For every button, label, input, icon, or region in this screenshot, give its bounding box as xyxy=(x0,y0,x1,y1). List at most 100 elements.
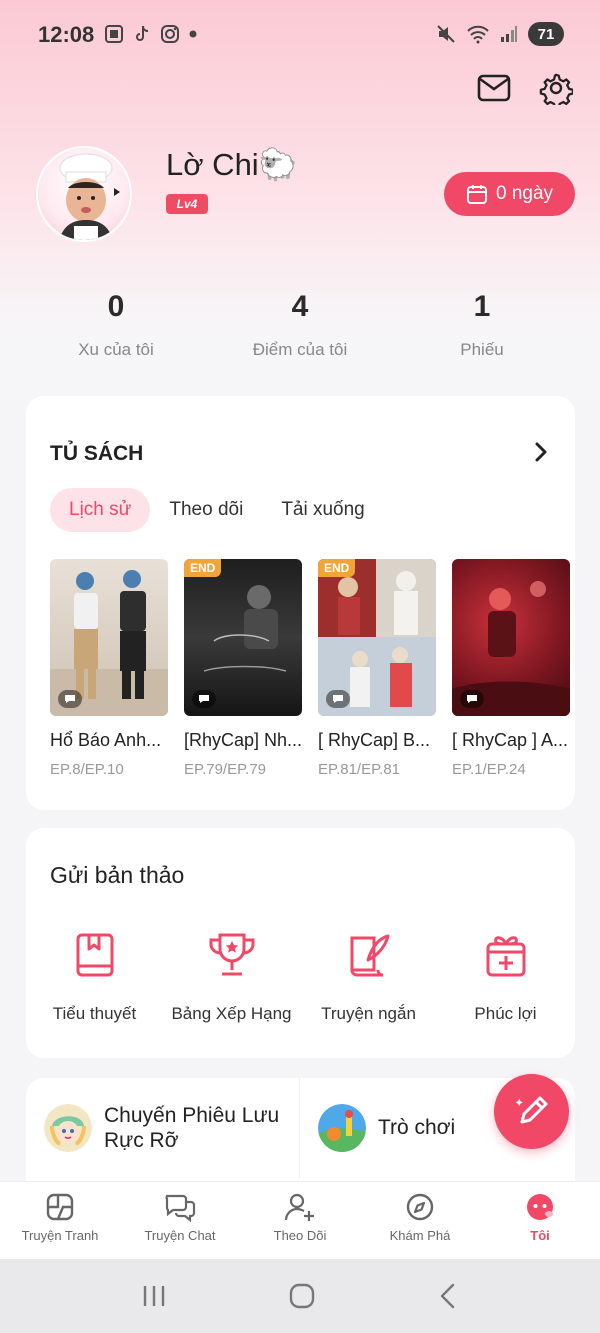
bookshelf-title: TỦ SÁCH xyxy=(50,442,144,465)
nav-label: Theo Dõi xyxy=(273,1228,327,1243)
nav-me[interactable]: Tôi xyxy=(480,1182,600,1259)
games-icon xyxy=(318,1104,366,1152)
submit-label: Tiểu thuyết xyxy=(52,1004,137,1023)
stat-label: Xu của tôi xyxy=(78,340,154,359)
stat-label: Điểm của tôi xyxy=(252,340,348,359)
comment-badge xyxy=(460,690,484,708)
back-icon[interactable] xyxy=(436,1282,460,1310)
promo-card: Chuyến Phiêu Lưu Rực Rỡ Trò chơi xyxy=(26,1078,575,1188)
nav-chat-stories[interactable]: Truyện Chat xyxy=(120,1182,240,1259)
promo-adventure[interactable]: Chuyến Phiêu Lưu Rực Rỡ xyxy=(44,1078,294,1178)
book-episode: EP.81/EP.81 xyxy=(318,761,401,778)
write-fab-button[interactable] xyxy=(494,1074,569,1149)
promo-games-label: Trò chơi xyxy=(378,1116,456,1140)
book-cover: END xyxy=(184,559,302,716)
comment-badge xyxy=(58,690,82,708)
nav-label: Truyện Chat xyxy=(144,1228,216,1243)
tab-following[interactable]: Theo dõi xyxy=(150,488,262,532)
mail-icon xyxy=(477,74,511,102)
comment-icon xyxy=(333,695,343,703)
promo-divider xyxy=(299,1078,300,1178)
comment-badge xyxy=(192,690,216,708)
follow-icon xyxy=(284,1193,314,1221)
gift-icon xyxy=(486,936,525,977)
trophy-icon xyxy=(209,933,254,976)
status-notification-icons xyxy=(104,24,198,44)
nav-label: Khám Phá xyxy=(389,1228,451,1243)
book-episode: EP.1/EP.24 xyxy=(452,761,526,778)
nav-explore[interactable]: Khám Phá xyxy=(360,1182,480,1259)
comment-icon xyxy=(65,695,75,703)
book-item[interactable]: END [ RhyCap] B... EP.81/EP.81 xyxy=(318,559,436,778)
dot-icon xyxy=(189,30,197,38)
pencil-icon xyxy=(515,1096,547,1123)
stat-tickets[interactable]: 1 Phiếu xyxy=(392,290,572,360)
instagram-icon xyxy=(161,25,179,43)
book-title: [RhyCap] Nh... xyxy=(184,730,302,750)
submit-label: Truyện ngắn xyxy=(321,1004,416,1023)
tab-downloads[interactable]: Tải xuống xyxy=(262,488,383,532)
wifi-icon xyxy=(467,25,489,44)
book-title: [ RhyCap] B... xyxy=(318,730,431,750)
submit-item-novel[interactable]: Tiểu thuyết xyxy=(26,932,163,1024)
book-cover xyxy=(50,559,168,716)
promo-adventure-label: Chuyến Phiêu Lưu Rực Rỡ xyxy=(104,1103,280,1152)
book-title: [ RhyCap ] A... xyxy=(452,730,569,750)
screenshot-icon xyxy=(105,25,123,43)
stat-points[interactable]: 4 Điểm của tôi xyxy=(210,290,390,360)
adventure-icon xyxy=(44,1104,92,1152)
submit-item-short-story[interactable]: Truyện ngắn xyxy=(300,932,437,1024)
stat-value: 1 xyxy=(473,290,491,323)
comment-badge xyxy=(326,690,350,708)
stat-value: 4 xyxy=(291,290,309,323)
book-cover: END xyxy=(318,559,436,716)
book-item[interactable]: END [RhyCap] Nh... EP.79/EP.79 xyxy=(184,559,302,778)
home-icon[interactable] xyxy=(288,1282,316,1310)
avatar[interactable] xyxy=(36,146,132,242)
gear-icon xyxy=(539,73,573,105)
bookshelf-card: TỦ SÁCH Lịch sử Theo dõi Tải xuống Hổ Bá… xyxy=(26,396,575,810)
settings-button[interactable] xyxy=(536,68,576,108)
avatar-image xyxy=(59,153,120,240)
nav-following[interactable]: Theo Dõi xyxy=(240,1182,360,1259)
book-list: Hổ Báo Anh... EP.8/EP.10 END [RhyCap] Nh… xyxy=(50,559,570,778)
submit-label: Phúc lợi xyxy=(474,1004,537,1023)
signal-icon xyxy=(501,26,517,42)
status-time: 12:08 xyxy=(38,22,95,47)
book-item[interactable]: [ RhyCap ] A... EP.1/EP.24 xyxy=(452,559,570,778)
nav-comics[interactable]: Truyện Tranh xyxy=(0,1182,120,1259)
stat-value: 0 xyxy=(107,290,125,323)
level-badge: Lv4 xyxy=(166,194,208,214)
bookshelf-tabs: Lịch sử Theo dõi Tải xuống xyxy=(50,488,384,532)
recent-apps-icon[interactable] xyxy=(140,1283,168,1309)
face-icon xyxy=(527,1194,553,1220)
calendar-icon xyxy=(466,185,487,204)
quill-scroll-icon xyxy=(350,934,389,977)
bottom-nav: Truyện Tranh Truyện Chat Theo Dõi Khám P… xyxy=(0,1181,600,1259)
promo-games[interactable]: Trò chơi xyxy=(318,1078,455,1178)
mail-button[interactable] xyxy=(474,68,514,108)
nav-label: Tôi xyxy=(530,1228,550,1243)
chevron-right-icon[interactable] xyxy=(529,440,553,464)
end-tag: END xyxy=(318,559,356,577)
checkin-label: 0 ngày xyxy=(495,183,554,204)
mute-icon xyxy=(437,25,455,43)
username: Lờ Chi🐑 xyxy=(166,147,298,182)
status-bar: 12:08 71 xyxy=(0,0,600,70)
book-episode: EP.79/EP.79 xyxy=(184,761,267,778)
submit-item-welfare[interactable]: Phúc lợi xyxy=(437,932,574,1024)
end-tag: END xyxy=(184,559,222,577)
tab-history[interactable]: Lịch sử xyxy=(50,488,151,532)
book-item[interactable]: Hổ Báo Anh... EP.8/EP.10 xyxy=(50,559,168,778)
stat-label: Phiếu xyxy=(460,340,504,359)
book-title: Hổ Báo Anh... xyxy=(50,730,162,750)
nav-label: Truyện Tranh xyxy=(21,1228,99,1243)
submit-item-ranking[interactable]: Bảng Xếp Hạng xyxy=(163,932,300,1024)
submit-label: Bảng Xếp Hạng xyxy=(171,1004,292,1023)
compass-icon xyxy=(406,1193,434,1221)
stat-coins[interactable]: 0 Xu của tôi xyxy=(26,290,206,360)
comment-icon xyxy=(199,695,209,703)
checkin-button[interactable]: 0 ngày xyxy=(444,172,575,216)
book-cover xyxy=(452,559,570,716)
submit-draft-card: Gửi bản thảo Tiểu thuyết Bảng Xếp Hạng T… xyxy=(26,828,575,1058)
